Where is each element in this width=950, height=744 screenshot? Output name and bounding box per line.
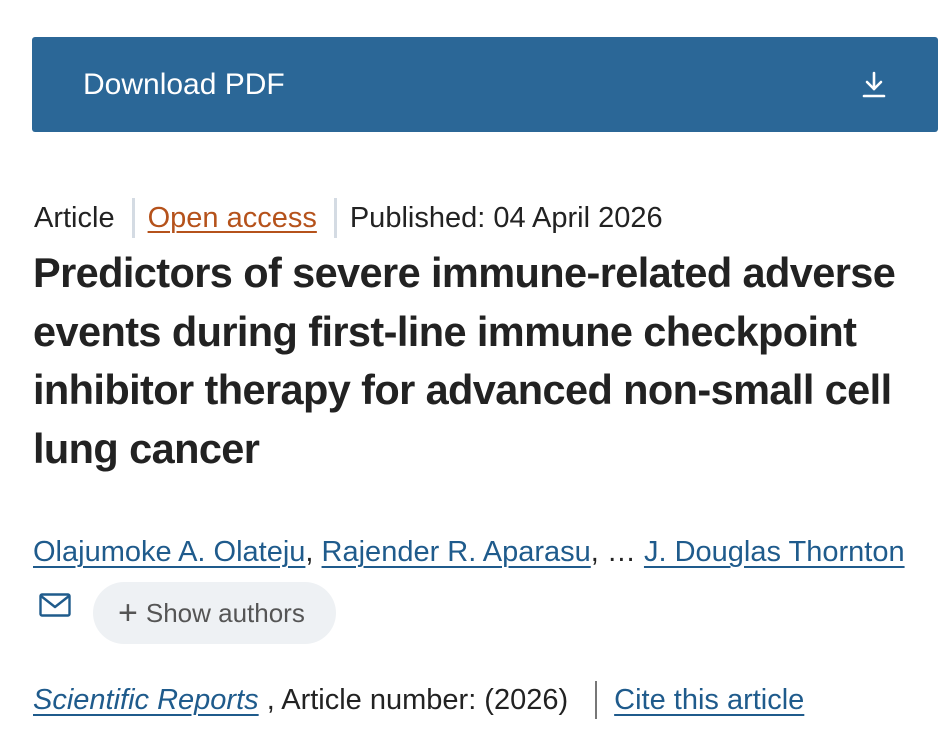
author-separator: ,: [590, 536, 599, 568]
download-icon: [862, 71, 886, 97]
author-ellipsis: …: [606, 536, 636, 568]
cite-divider: [595, 681, 598, 719]
journal-link[interactable]: Scientific Reports: [33, 684, 259, 717]
author-link[interactable]: Olajumoke A. Olateju: [33, 536, 305, 568]
show-authors-button[interactable]: + Show authors: [93, 582, 336, 645]
author-list: Olajumoke A. Olateju, Rajender R. Aparas…: [33, 520, 933, 648]
cite-article-link[interactable]: Cite this article: [614, 684, 804, 717]
article-title: Predictors of severe immune-related adve…: [33, 249, 896, 472]
article-header: Download PDF Article Open access Publish…: [0, 0, 950, 744]
download-pdf-label: Download PDF: [83, 67, 285, 101]
show-authors-label: Show authors: [145, 598, 305, 629]
author-separator: ,: [305, 536, 314, 568]
citation-row: Scientific Reports , Article number: (20…: [33, 679, 804, 721]
meta-divider: [131, 198, 135, 238]
article-meta: Article Open access Published: 04 April …: [34, 197, 663, 239]
author-link[interactable]: Rajender R. Aparasu: [322, 536, 591, 568]
download-pdf-button[interactable]: Download PDF: [32, 37, 938, 132]
plus-icon: +: [118, 594, 138, 633]
meta-divider: [333, 198, 337, 238]
article-type: Article: [34, 201, 115, 234]
mail-icon[interactable]: [39, 593, 71, 617]
author-link[interactable]: J. Douglas Thornton: [644, 536, 905, 568]
article-number: , Article number: (2026): [266, 683, 569, 716]
published-date: Published: 04 April 2026: [349, 201, 663, 234]
open-access-link[interactable]: Open access: [148, 202, 317, 235]
